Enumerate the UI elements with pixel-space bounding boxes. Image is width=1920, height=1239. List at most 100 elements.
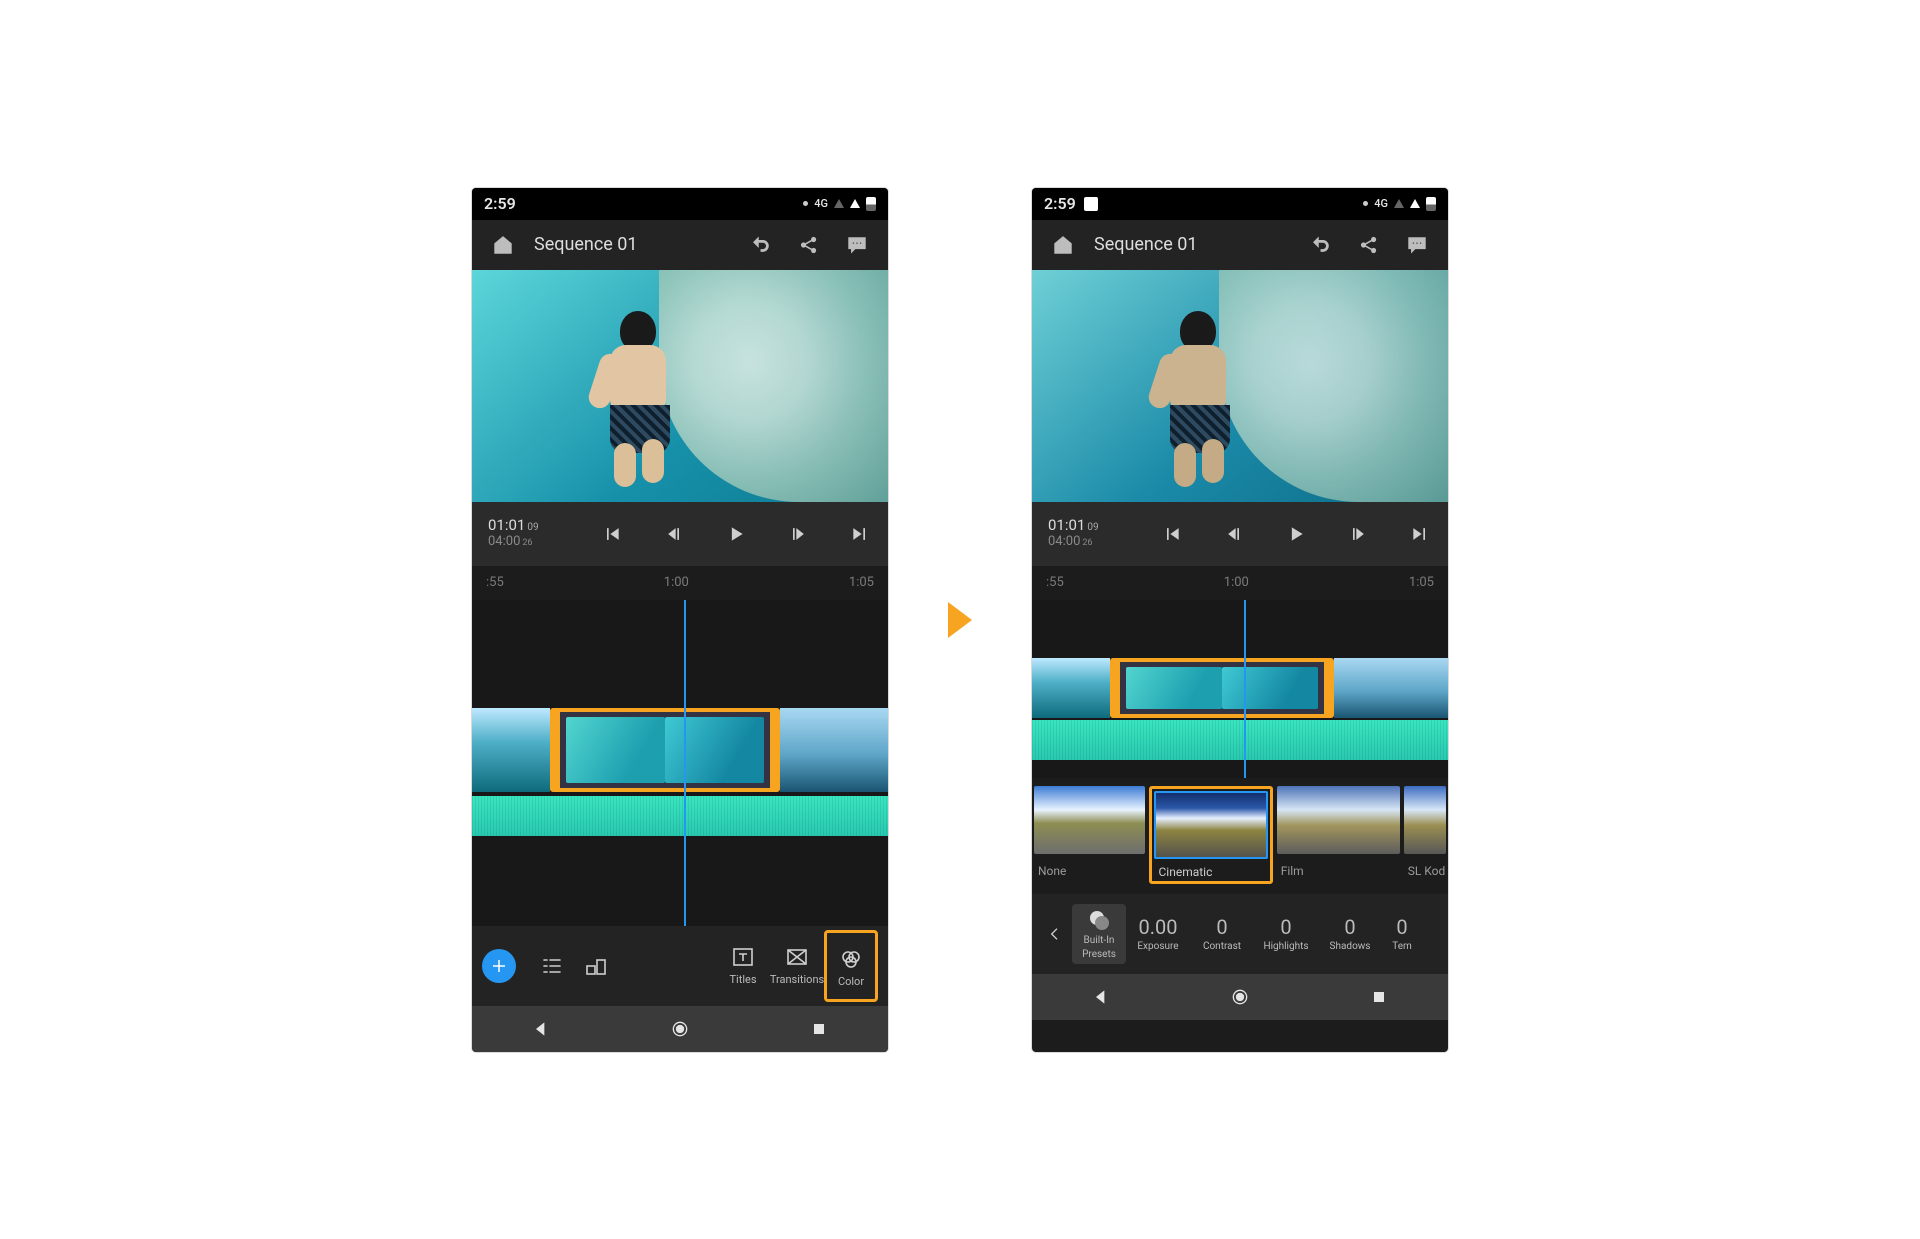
playback-controls — [1144, 517, 1448, 551]
builtin-label1: Built-In — [1084, 935, 1115, 946]
status-bar: 2:59 4G — [472, 188, 888, 220]
highlights-label: Highlights — [1263, 941, 1308, 952]
duration-timecode: 04:0026 — [1048, 535, 1144, 550]
play-button[interactable] — [719, 517, 753, 551]
step-forward-button[interactable] — [1341, 517, 1375, 551]
nav-home-button[interactable] — [663, 1012, 697, 1046]
shadows-control[interactable]: 0 Shadows — [1318, 916, 1382, 952]
share-icon — [798, 234, 820, 256]
transitions-label: Transitions — [770, 973, 824, 986]
status-time: 2:59 — [484, 194, 516, 213]
signal-strong-icon — [850, 199, 860, 208]
preset-label: Film — [1281, 864, 1304, 878]
preset-thumb — [1154, 791, 1267, 859]
current-timecode: 01:0109 — [1048, 517, 1144, 534]
nav-back-button[interactable] — [524, 1012, 558, 1046]
timeline[interactable] — [1032, 600, 1448, 778]
edit-tool-button[interactable] — [574, 954, 618, 978]
step-arrow-icon — [948, 602, 972, 638]
go-start-button[interactable] — [1155, 517, 1189, 551]
titles-button[interactable]: Titles — [716, 945, 770, 986]
undo-button[interactable] — [1304, 228, 1338, 262]
duration-timecode: 04:0026 — [488, 535, 584, 550]
color-icon — [839, 947, 863, 971]
timeline[interactable] — [472, 600, 888, 926]
builtin-presets-button[interactable]: Built-In Presets — [1072, 904, 1126, 964]
status-right: 4G — [1363, 197, 1436, 211]
video-preview[interactable] — [472, 270, 888, 502]
list-icon — [540, 954, 564, 978]
current-timecode: 01:0109 — [488, 517, 584, 534]
color-button[interactable]: Color — [824, 930, 878, 1002]
undo-button[interactable] — [744, 228, 778, 262]
preset-film[interactable]: Film — [1277, 786, 1400, 878]
comment-button[interactable] — [840, 228, 874, 262]
playhead[interactable] — [684, 600, 686, 926]
clip-boat[interactable] — [1334, 658, 1448, 718]
project-panel-button[interactable] — [530, 954, 574, 978]
preview-rock — [1219, 270, 1448, 502]
timeline-ruler[interactable]: :55 1:00 1:05 — [472, 566, 888, 600]
play-button[interactable] — [1279, 517, 1313, 551]
status-dot-icon — [803, 201, 808, 206]
plus-icon — [490, 957, 508, 975]
timeline-ruler[interactable]: :55 1:00 1:05 — [1032, 566, 1448, 600]
home-button[interactable] — [1046, 228, 1080, 262]
comment-button[interactable] — [1400, 228, 1434, 262]
audio-track[interactable] — [472, 796, 888, 836]
highlights-value: 0 — [1280, 916, 1291, 938]
share-button[interactable] — [792, 228, 826, 262]
video-track[interactable] — [472, 708, 888, 792]
go-end-button[interactable] — [843, 517, 877, 551]
playhead[interactable] — [1244, 600, 1246, 778]
video-preview[interactable] — [1032, 270, 1448, 502]
nav-recent-button[interactable] — [802, 1012, 836, 1046]
status-dot-icon — [1363, 201, 1368, 206]
shadows-value: 0 — [1344, 916, 1355, 938]
audio-track[interactable] — [1032, 720, 1448, 760]
screenshot-notif-icon — [1084, 197, 1098, 211]
nav-home-button[interactable] — [1223, 980, 1257, 1014]
status-network: 4G — [1374, 197, 1388, 210]
highlights-control[interactable]: 0 Highlights — [1254, 916, 1318, 952]
go-end-button[interactable] — [1403, 517, 1437, 551]
ruler-tick: 1:05 — [1409, 575, 1434, 590]
add-media-button[interactable] — [482, 949, 516, 983]
preset-none[interactable]: None — [1034, 786, 1145, 878]
temperature-label: Tem — [1392, 941, 1412, 952]
audio-waveform — [1032, 720, 1448, 760]
transitions-button[interactable]: Transitions — [770, 945, 824, 986]
clip-lagoon[interactable] — [1032, 658, 1110, 718]
nav-back-button[interactable] — [1084, 980, 1118, 1014]
app-bar: Sequence 01 — [472, 220, 888, 270]
go-start-button[interactable] — [595, 517, 629, 551]
battery-icon — [866, 197, 876, 211]
color-presets-strip[interactable]: None Cinematic Film SL Kod — [1032, 778, 1448, 894]
titles-icon — [731, 945, 755, 969]
phone-after: 2:59 4G Sequence 01 — [1032, 188, 1448, 1052]
color-controls-strip: Built-In Presets 0.00 Exposure 0 Contras… — [1032, 894, 1448, 974]
step-back-button[interactable] — [657, 517, 691, 551]
audio-waveform — [472, 796, 888, 836]
contrast-label: Contrast — [1203, 941, 1241, 952]
step-forward-button[interactable] — [781, 517, 815, 551]
preset-sl-kodak[interactable]: SL Kod — [1404, 786, 1446, 878]
video-track[interactable] — [1032, 658, 1448, 718]
presets-icon — [1087, 908, 1111, 932]
step-back-button[interactable] — [1217, 517, 1251, 551]
clip-lagoon[interactable] — [472, 708, 550, 792]
clip-boat[interactable] — [780, 708, 888, 792]
share-button[interactable] — [1352, 228, 1386, 262]
nav-recent-button[interactable] — [1362, 980, 1396, 1014]
clip-selected[interactable] — [550, 708, 780, 792]
home-button[interactable] — [486, 228, 520, 262]
builtin-label2: Presets — [1082, 949, 1116, 960]
contrast-control[interactable]: 0 Contrast — [1190, 916, 1254, 952]
exposure-control[interactable]: 0.00 Exposure — [1126, 916, 1190, 952]
status-time: 2:59 — [1044, 194, 1076, 213]
screenshot-pair: 2:59 4G Sequence 01 — [0, 0, 1920, 1239]
color-back-button[interactable] — [1038, 926, 1072, 942]
preset-cinematic[interactable]: Cinematic — [1149, 786, 1272, 884]
temperature-control[interactable]: 0 Tem — [1382, 916, 1422, 952]
clip-selected[interactable] — [1110, 658, 1334, 718]
